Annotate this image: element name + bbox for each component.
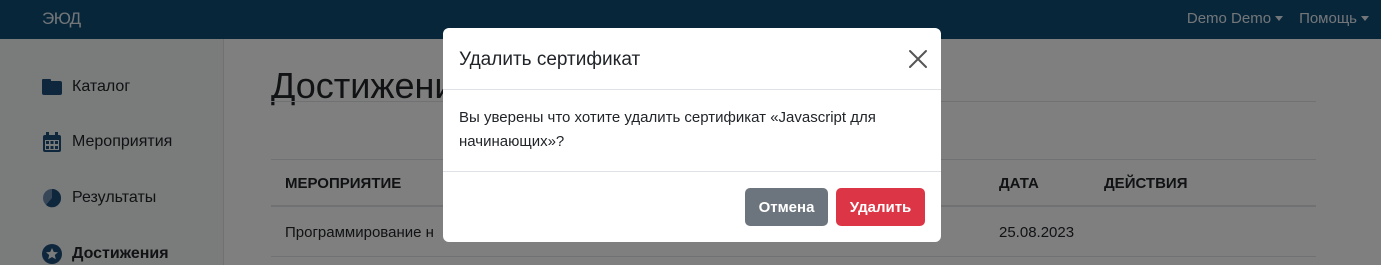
modal-message: Вы уверены что хотите удалить сертификат… xyxy=(459,109,876,150)
delete-certificate-dialog: Удалить сертификат Вы уверены что хотите… xyxy=(443,28,941,242)
modal-footer: Отмена Удалить xyxy=(443,171,941,242)
cancel-button[interactable]: Отмена xyxy=(745,188,828,226)
close-icon xyxy=(909,50,927,68)
modal-header: Удалить сертификат xyxy=(443,28,941,90)
modal-title: Удалить сертификат xyxy=(459,49,641,70)
delete-button[interactable]: Удалить xyxy=(836,188,925,226)
close-button[interactable] xyxy=(907,48,929,70)
